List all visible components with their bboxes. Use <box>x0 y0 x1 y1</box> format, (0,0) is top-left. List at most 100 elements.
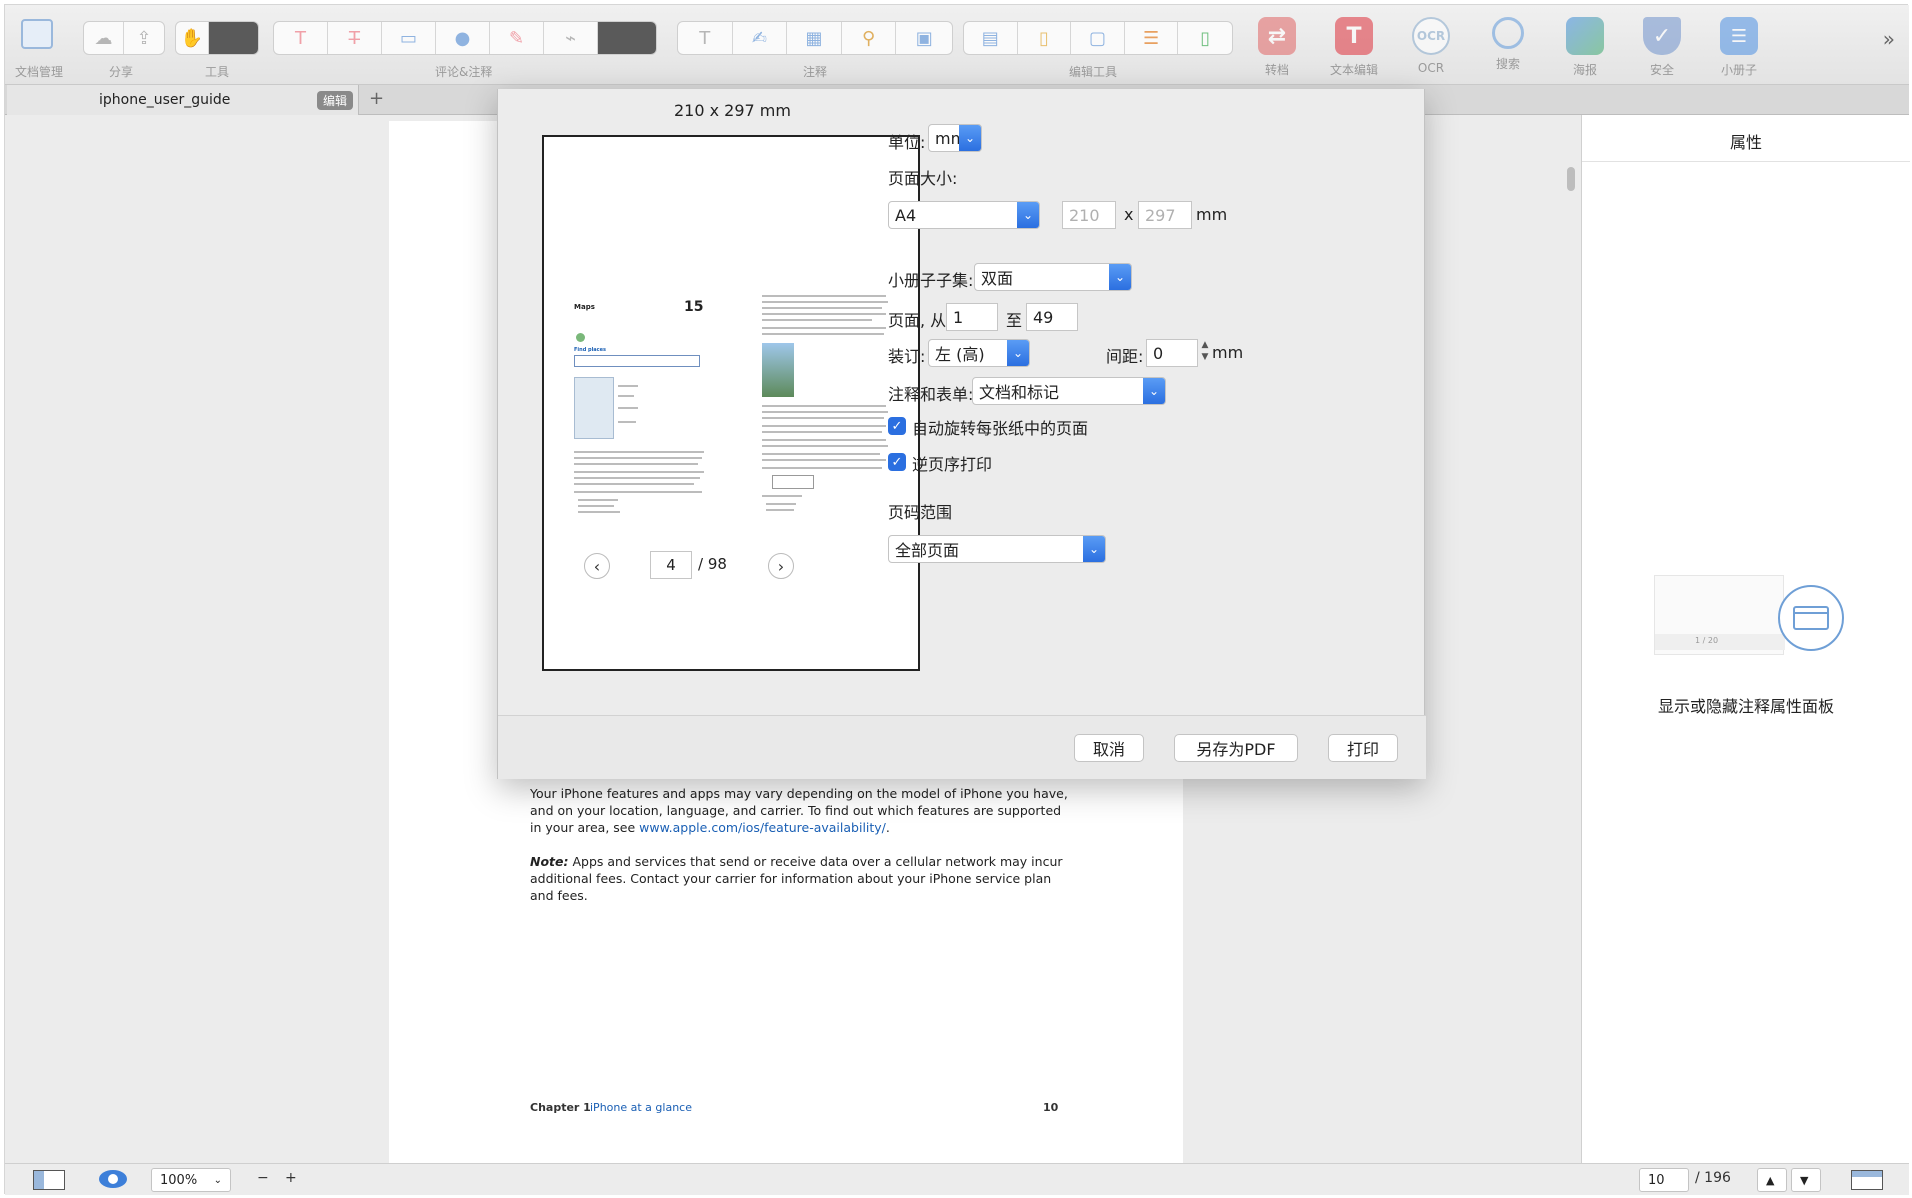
split-icon[interactable]: ☰ <box>1125 22 1179 54</box>
preview-prev-button[interactable]: ‹ <box>584 553 610 579</box>
chevron-down-icon: ⌄ <box>959 125 981 151</box>
chevron-down-icon: ⌄ <box>1017 202 1039 228</box>
height-input[interactable]: 297 <box>1138 201 1192 229</box>
link-icon[interactable]: ⌁ <box>544 22 598 54</box>
pen-icon[interactable]: ✎ <box>490 22 544 54</box>
page-number-input[interactable]: 10 <box>1639 1168 1689 1192</box>
page-range-value: 全部页面 <box>895 541 960 560</box>
footer-page-number: 10 <box>1043 1101 1059 1114</box>
pages-from-label: 页面, 从 <box>888 311 947 330</box>
annotations-value: 文档和标记 <box>979 383 1060 402</box>
rectangle-icon[interactable]: ▭ <box>382 22 436 54</box>
status-bar: 100% ⌄ − + 10 / 196 ▲ ▼ <box>5 1163 1909 1195</box>
preview-next-button[interactable]: › <box>768 553 794 579</box>
table-icon[interactable]: ▦ <box>787 22 842 54</box>
print-button[interactable]: 打印 <box>1328 734 1398 762</box>
preview-map-image <box>574 377 614 439</box>
document-tab[interactable]: iphone_user_guide 编辑 <box>7 85 359 115</box>
panel-illustration: 1 / 20 <box>1654 575 1844 661</box>
doc-manage-icon[interactable] <box>21 19 53 49</box>
grid-icon[interactable]: ▤ <box>964 22 1018 54</box>
chevron-down-icon: ⌄ <box>1007 340 1029 366</box>
annotations-select[interactable]: 文档和标记 ⌄ <box>972 377 1166 405</box>
mini-page-text: 1 / 20 <box>1695 636 1719 645</box>
insert-page-icon[interactable]: ▯ <box>1178 22 1232 54</box>
pages-to-label: 至 <box>1006 311 1023 330</box>
doc-manage-label: 文档管理 <box>15 65 64 79</box>
ocr-icon: OCR <box>1412 17 1450 55</box>
security-button[interactable]: ✓ 安全 <box>1632 17 1692 78</box>
page-total: / 196 <box>1695 1170 1731 1186</box>
ellipse-icon[interactable]: ● <box>436 22 490 54</box>
page-down-button[interactable]: ▼ <box>1791 1168 1821 1192</box>
zoom-out-button[interactable]: − <box>257 1170 269 1186</box>
vertical-scrollbar[interactable] <box>1567 167 1575 191</box>
auto-rotate-checkbox[interactable]: ✓ <box>888 417 906 435</box>
cancel-button[interactable]: 取消 <box>1074 734 1144 762</box>
preview-photo-image <box>762 343 794 397</box>
eye-icon[interactable] <box>99 1170 127 1188</box>
stamp-icon[interactable]: ⚲ <box>842 22 897 54</box>
preview-page-total: / 98 <box>698 555 727 573</box>
pages-from-input[interactable]: 1 <box>946 303 998 331</box>
color-swatch-icon[interactable] <box>598 22 656 54</box>
page-icon[interactable]: ▯ <box>1018 22 1072 54</box>
shield-icon: ✓ <box>1643 17 1681 55</box>
paragraph-end: . <box>885 820 890 835</box>
booklet-label: 小册子 <box>1720 63 1757 77</box>
select-tool-icon[interactable] <box>209 22 258 54</box>
add-tab-button[interactable]: + <box>369 88 384 109</box>
panel-caption: 显示或隐藏注释属性面板 <box>1657 697 1834 716</box>
gap-stepper[interactable]: ▲ ▼ <box>1198 339 1212 367</box>
convert-label: 转档 <box>1264 63 1289 77</box>
search-button[interactable]: 搜索 <box>1478 17 1538 72</box>
hand-icon[interactable]: ✋ <box>176 22 210 54</box>
textbox-icon[interactable]: T <box>678 22 733 54</box>
dialog-footer: 取消 另存为PDF 打印 <box>498 715 1426 779</box>
pages-to-input[interactable]: 49 <box>1026 303 1078 331</box>
width-input[interactable]: 210 <box>1062 201 1116 229</box>
preview-page-input[interactable]: 4 <box>650 551 692 579</box>
page-size-select[interactable]: A4 ⌄ <box>888 201 1040 229</box>
unit-select[interactable]: mm ⌄ <box>928 124 982 152</box>
search-icon <box>1492 17 1524 49</box>
page-range-select[interactable]: 全部页面 ⌄ <box>888 535 1106 563</box>
mini-page-bar: 1 / 20 <box>1655 634 1785 650</box>
text-edit-button[interactable]: T 文本编辑 <box>1324 17 1384 78</box>
strikethrough-icon[interactable]: T̶ <box>328 22 382 54</box>
text-edit-label: 文本编辑 <box>1329 63 1378 77</box>
toggle-panel-icon[interactable] <box>1778 585 1844 651</box>
ocr-button[interactable]: OCR OCR <box>1401 17 1461 75</box>
crop-icon[interactable]: ▢ <box>1071 22 1125 54</box>
booklet-button[interactable]: ☰ 小册子 <box>1709 17 1769 78</box>
share-icon[interactable]: ⇪ <box>124 22 164 54</box>
zoom-select[interactable]: 100% ⌄ <box>151 1168 231 1192</box>
save-as-pdf-button[interactable]: 另存为PDF <box>1174 734 1298 762</box>
sign-icon[interactable]: ✍ <box>733 22 788 54</box>
binding-value: 左 (高) <box>935 345 985 364</box>
image-icon[interactable]: ▣ <box>896 22 952 54</box>
overflow-chevron-icon[interactable]: » <box>1883 27 1895 51</box>
booklet-subset-select[interactable]: 双面 ⌄ <box>974 263 1132 291</box>
convert-icon: ⇄ <box>1258 17 1296 55</box>
poster-button[interactable]: 海报 <box>1555 17 1615 78</box>
reverse-order-checkbox[interactable]: ✓ <box>888 453 906 471</box>
gap-input[interactable]: 0 <box>1146 339 1198 367</box>
note-label: Note: <box>530 854 569 869</box>
convert-button[interactable]: ⇄ 转档 <box>1247 17 1307 78</box>
properties-title: 属性 <box>1729 133 1762 152</box>
note-text: Apps and services that send or receive d… <box>530 854 1063 903</box>
footer-chapter-title[interactable]: iPhone at a glance <box>590 1101 692 1114</box>
zoom-in-button[interactable]: + <box>285 1170 297 1186</box>
highlight-text-icon[interactable]: T <box>274 22 328 54</box>
tab-edit-badge[interactable]: 编辑 <box>317 91 354 110</box>
gap-unit-label: mm <box>1212 343 1244 362</box>
binding-select[interactable]: 左 (高) ⌄ <box>928 339 1030 367</box>
preview-highlight-box <box>574 355 700 367</box>
feature-availability-link[interactable]: www.apple.com/ios/feature-availability/ <box>639 820 886 835</box>
cloud-icon[interactable]: ☁ <box>84 22 124 54</box>
right-panel-toggle-icon[interactable] <box>1851 1170 1883 1190</box>
page-size-value: A4 <box>895 205 917 225</box>
sidebar-toggle-icon[interactable] <box>33 1170 65 1190</box>
page-up-button[interactable]: ▲ <box>1757 1168 1787 1192</box>
